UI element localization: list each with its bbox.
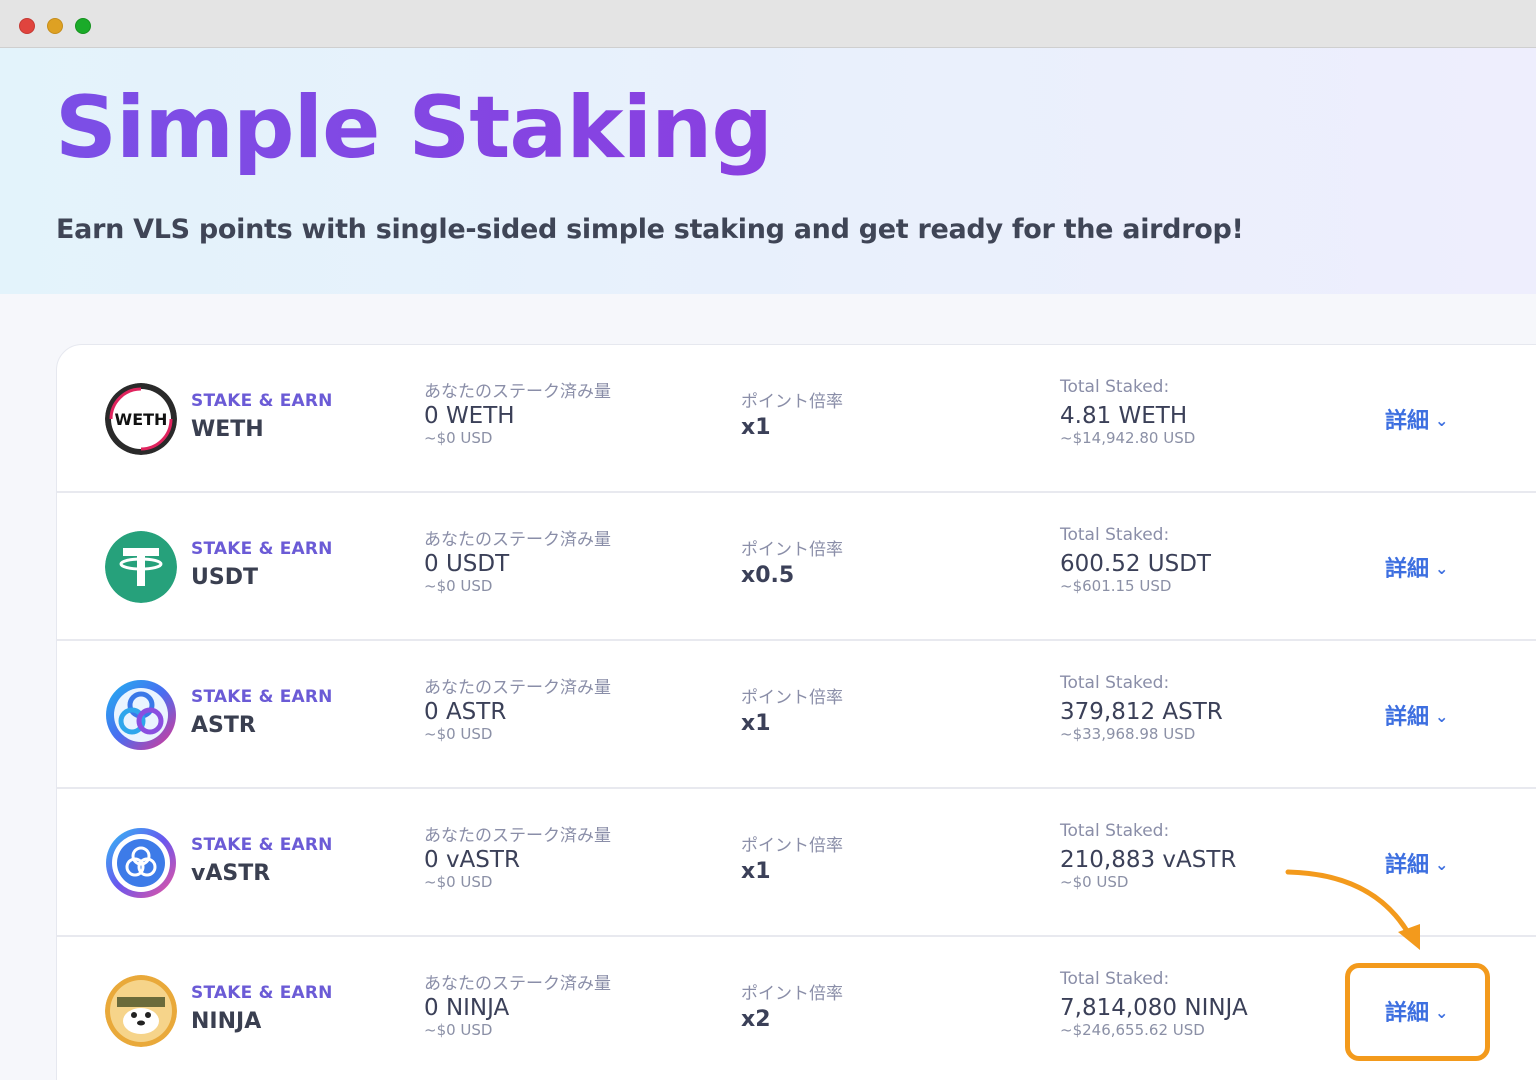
your-staked-label: あなたのステーク済み量 [424, 382, 611, 402]
token-name: NINJA [191, 1009, 262, 1034]
annotation-arrow-icon [1285, 869, 1420, 950]
vastr-logo-icon [105, 827, 177, 899]
your-staked-label: あなたのステーク済み量 [424, 826, 611, 846]
total-staked-usd: ~$14,942.80 USD [1060, 429, 1196, 447]
total-staked-amount: 210,883 vASTR [1060, 847, 1237, 873]
multiplier-label: ポイント倍率 [741, 836, 843, 856]
staking-content: WETH STAKE & EARN WETH あなたのステーク済み量 0 WET… [0, 294, 1536, 1080]
your-staked-usd: ~$0 USD [424, 429, 493, 447]
astr-logo-icon [105, 679, 177, 751]
multiplier-value: x1 [741, 711, 771, 736]
multiplier-value: x0.5 [741, 563, 795, 588]
page-title: Simple Staking [55, 78, 773, 178]
pool-row-weth[interactable]: WETH STAKE & EARN WETH あなたのステーク済み量 0 WET… [57, 345, 1536, 493]
your-staked-amount: 0 vASTR [424, 847, 520, 873]
total-staked-amount: 4.81 WETH [1060, 403, 1188, 429]
details-label: 詳細 [1385, 409, 1430, 434]
multiplier-value: x1 [741, 859, 771, 884]
details-toggle-button[interactable]: 詳細 ⌄ [1385, 403, 1448, 435]
chevron-down-icon: ⌄ [1435, 707, 1449, 726]
total-staked-amount: 600.52 USDT [1060, 551, 1211, 577]
total-staked-amount: 7,814,080 NINJA [1060, 995, 1248, 1021]
pool-row-usdt[interactable]: STAKE & EARN USDT あなたのステーク済み量 0 USDT ~$0… [57, 493, 1536, 641]
total-staked-usd: ~$601.15 USD [1060, 577, 1172, 595]
details-highlight-box [1345, 963, 1490, 1061]
total-staked-label: Total Staked: [1060, 969, 1170, 989]
staking-pools-card: WETH STAKE & EARN WETH あなたのステーク済み量 0 WET… [56, 344, 1536, 1080]
total-staked-usd: ~$246,655.62 USD [1060, 1021, 1205, 1039]
pool-row-astr[interactable]: STAKE & EARN ASTR あなたのステーク済み量 0 ASTR ~$0… [57, 641, 1536, 789]
multiplier-value: x2 [741, 1007, 771, 1032]
total-staked-label: Total Staked: [1060, 673, 1170, 693]
token-name: USDT [191, 565, 258, 590]
total-staked-usd: ~$0 USD [1060, 873, 1129, 891]
stake-earn-label: STAKE & EARN [191, 687, 333, 707]
chevron-down-icon: ⌄ [1435, 559, 1449, 578]
ninja-logo-icon [105, 975, 177, 1047]
your-staked-amount: 0 NINJA [424, 995, 510, 1021]
stake-earn-label: STAKE & EARN [191, 391, 333, 411]
svg-text:WETH: WETH [115, 410, 168, 429]
usdt-logo-icon [105, 531, 177, 603]
total-staked-label: Total Staked: [1060, 525, 1170, 545]
details-toggle-button[interactable]: 詳細 ⌄ [1385, 551, 1448, 583]
your-staked-amount: 0 WETH [424, 403, 515, 429]
your-staked-amount: 0 USDT [424, 551, 510, 577]
your-staked-label: あなたのステーク済み量 [424, 530, 611, 550]
multiplier-label: ポイント倍率 [741, 688, 843, 708]
page-subtitle: Earn VLS points with single-sided simple… [56, 214, 1244, 245]
details-label: 詳細 [1385, 557, 1430, 582]
total-staked-label: Total Staked: [1060, 821, 1170, 841]
window-title-bar [0, 0, 1536, 48]
stake-earn-label: STAKE & EARN [191, 835, 333, 855]
token-name: WETH [191, 417, 264, 442]
token-name: vASTR [191, 861, 271, 886]
weth-logo-icon: WETH [105, 383, 177, 455]
maximize-window-button[interactable] [75, 18, 91, 34]
stake-earn-label: STAKE & EARN [191, 539, 333, 559]
details-toggle-button[interactable]: 詳細 ⌄ [1385, 699, 1448, 731]
stake-earn-label: STAKE & EARN [191, 983, 333, 1003]
your-staked-label: あなたのステーク済み量 [424, 974, 611, 994]
hero-banner: Simple Staking Earn VLS points with sing… [0, 48, 1536, 294]
your-staked-usd: ~$0 USD [424, 725, 493, 743]
token-name: ASTR [191, 713, 256, 738]
multiplier-label: ポイント倍率 [741, 540, 843, 560]
chevron-down-icon: ⌄ [1435, 411, 1449, 430]
your-staked-usd: ~$0 USD [424, 577, 493, 595]
details-label: 詳細 [1385, 705, 1430, 730]
multiplier-label: ポイント倍率 [741, 392, 843, 412]
multiplier-value: x1 [741, 415, 771, 440]
minimize-window-button[interactable] [47, 18, 63, 34]
total-staked-usd: ~$33,968.98 USD [1060, 725, 1196, 743]
close-window-button[interactable] [19, 18, 35, 34]
total-staked-amount: 379,812 ASTR [1060, 699, 1223, 725]
your-staked-usd: ~$0 USD [424, 873, 493, 891]
multiplier-label: ポイント倍率 [741, 984, 843, 1004]
your-staked-amount: 0 ASTR [424, 699, 507, 725]
total-staked-label: Total Staked: [1060, 377, 1170, 397]
your-staked-usd: ~$0 USD [424, 1021, 493, 1039]
your-staked-label: あなたのステーク済み量 [424, 678, 611, 698]
